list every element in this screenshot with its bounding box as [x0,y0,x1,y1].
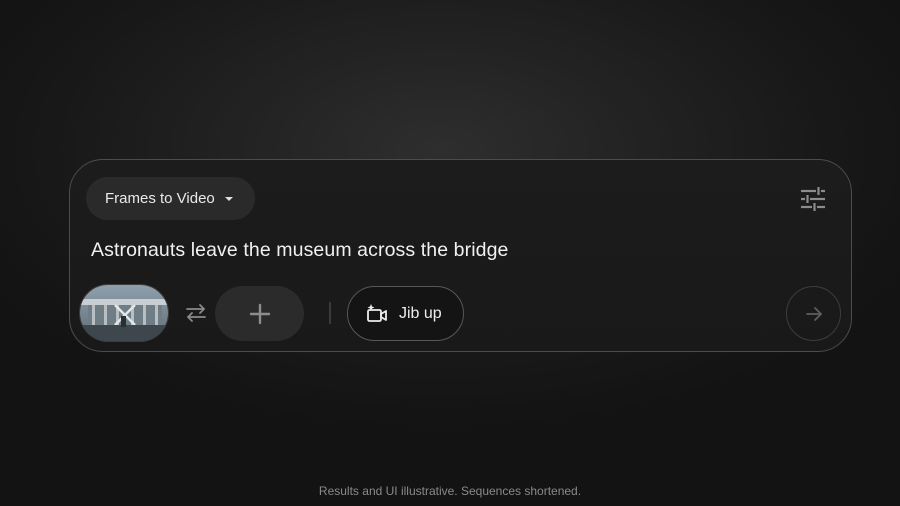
swap-arrows-icon[interactable] [184,302,208,324]
camera-motion-label: Jib up [399,304,442,322]
disclaimer-text: Results and UI illustrative. Sequences s… [318,484,582,498]
plus-icon [249,303,270,324]
mode-selector-label: Frames to Video [105,190,215,207]
caret-down-icon [224,196,233,201]
prompt-composer: Frames to Video Astronauts leave the mus… [69,159,852,352]
camera-motion-button[interactable]: Jib up [347,286,464,341]
stage: Frames to Video Astronauts leave the mus… [0,0,900,506]
camera-motion-icon [367,303,387,322]
arrow-right-icon [805,306,822,321]
divider [329,302,331,324]
send-button[interactable] [786,286,841,341]
mode-selector[interactable]: Frames to Video [86,177,255,220]
sliders-icon[interactable] [799,186,827,212]
add-end-frame-button[interactable] [215,286,304,341]
start-frame-thumbnail[interactable] [79,284,169,342]
prompt-text[interactable]: Astronauts leave the museum across the b… [91,239,791,262]
